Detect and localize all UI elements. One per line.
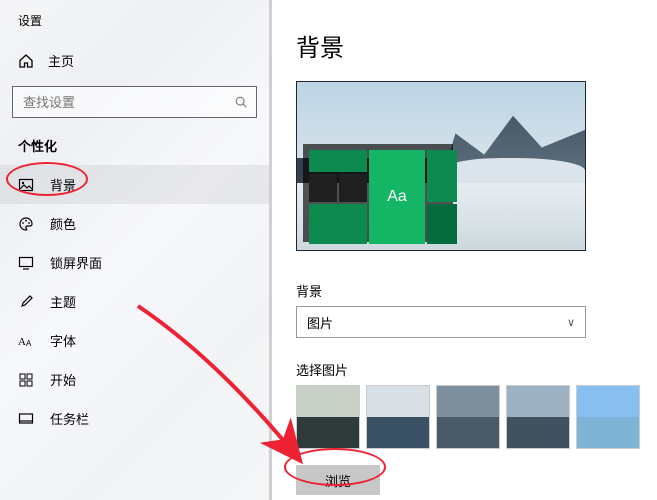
- search-icon: [234, 95, 248, 109]
- image-thumbnail-row: [296, 385, 657, 449]
- desktop-preview: Aa: [296, 81, 586, 251]
- image-thumbnail[interactable]: [296, 385, 360, 449]
- main-content: 背景 Aa 背景 图片 ∨ 选择图片 浏览: [272, 0, 657, 500]
- nav-item-label: 主题: [50, 292, 76, 311]
- settings-sidebar: 设置 主页 个性化 背景 颜色 锁屏界面 主题: [0, 0, 272, 500]
- background-field-label: 背景: [296, 281, 657, 300]
- nav-item-colors[interactable]: 颜色: [0, 204, 269, 243]
- window-title: 设置: [0, 12, 269, 43]
- nav-item-themes[interactable]: 主题: [0, 282, 269, 321]
- background-type-dropdown[interactable]: 图片 ∨: [296, 306, 586, 338]
- image-thumbnail[interactable]: [576, 385, 640, 449]
- nav-item-fonts[interactable]: AA 字体: [0, 321, 269, 360]
- image-thumbnail[interactable]: [366, 385, 430, 449]
- nav-item-lockscreen[interactable]: 锁屏界面: [0, 243, 269, 282]
- chevron-down-icon: ∨: [567, 316, 575, 329]
- font-icon: AA: [18, 333, 34, 349]
- nav-item-start[interactable]: 开始: [0, 360, 269, 399]
- nav-item-label: 开始: [50, 370, 76, 389]
- palette-icon: [18, 216, 34, 232]
- monitor-icon: [18, 255, 34, 271]
- svg-text:A: A: [26, 339, 32, 348]
- page-heading: 背景: [296, 28, 657, 63]
- image-thumbnail[interactable]: [506, 385, 570, 449]
- start-icon: [18, 372, 34, 388]
- nav-item-label: 颜色: [50, 214, 76, 233]
- nav-item-background[interactable]: 背景: [0, 165, 269, 204]
- nav-item-taskbar[interactable]: 任务栏: [0, 399, 269, 438]
- nav-item-label: 任务栏: [50, 409, 89, 428]
- search-input[interactable]: [21, 94, 234, 111]
- nav-home[interactable]: 主页: [0, 43, 269, 86]
- taskbar-icon: [18, 411, 34, 427]
- preview-sample-tile: Aa: [369, 150, 425, 244]
- search-box[interactable]: [12, 86, 257, 118]
- sidebar-section-title: 个性化: [0, 136, 269, 165]
- choose-image-label: 选择图片: [296, 360, 657, 379]
- image-thumbnail[interactable]: [436, 385, 500, 449]
- home-icon: [18, 53, 34, 69]
- dropdown-value: 图片: [307, 313, 333, 332]
- svg-text:A: A: [18, 336, 26, 348]
- picture-icon: [18, 177, 34, 193]
- nav-item-label: 背景: [50, 175, 76, 194]
- brush-icon: [18, 294, 34, 310]
- nav-item-label: 字体: [50, 331, 76, 350]
- nav-item-label: 锁屏界面: [50, 253, 102, 272]
- nav-home-label: 主页: [48, 51, 74, 70]
- preview-start-tiles: Aa: [303, 144, 453, 242]
- browse-button[interactable]: 浏览: [296, 465, 380, 495]
